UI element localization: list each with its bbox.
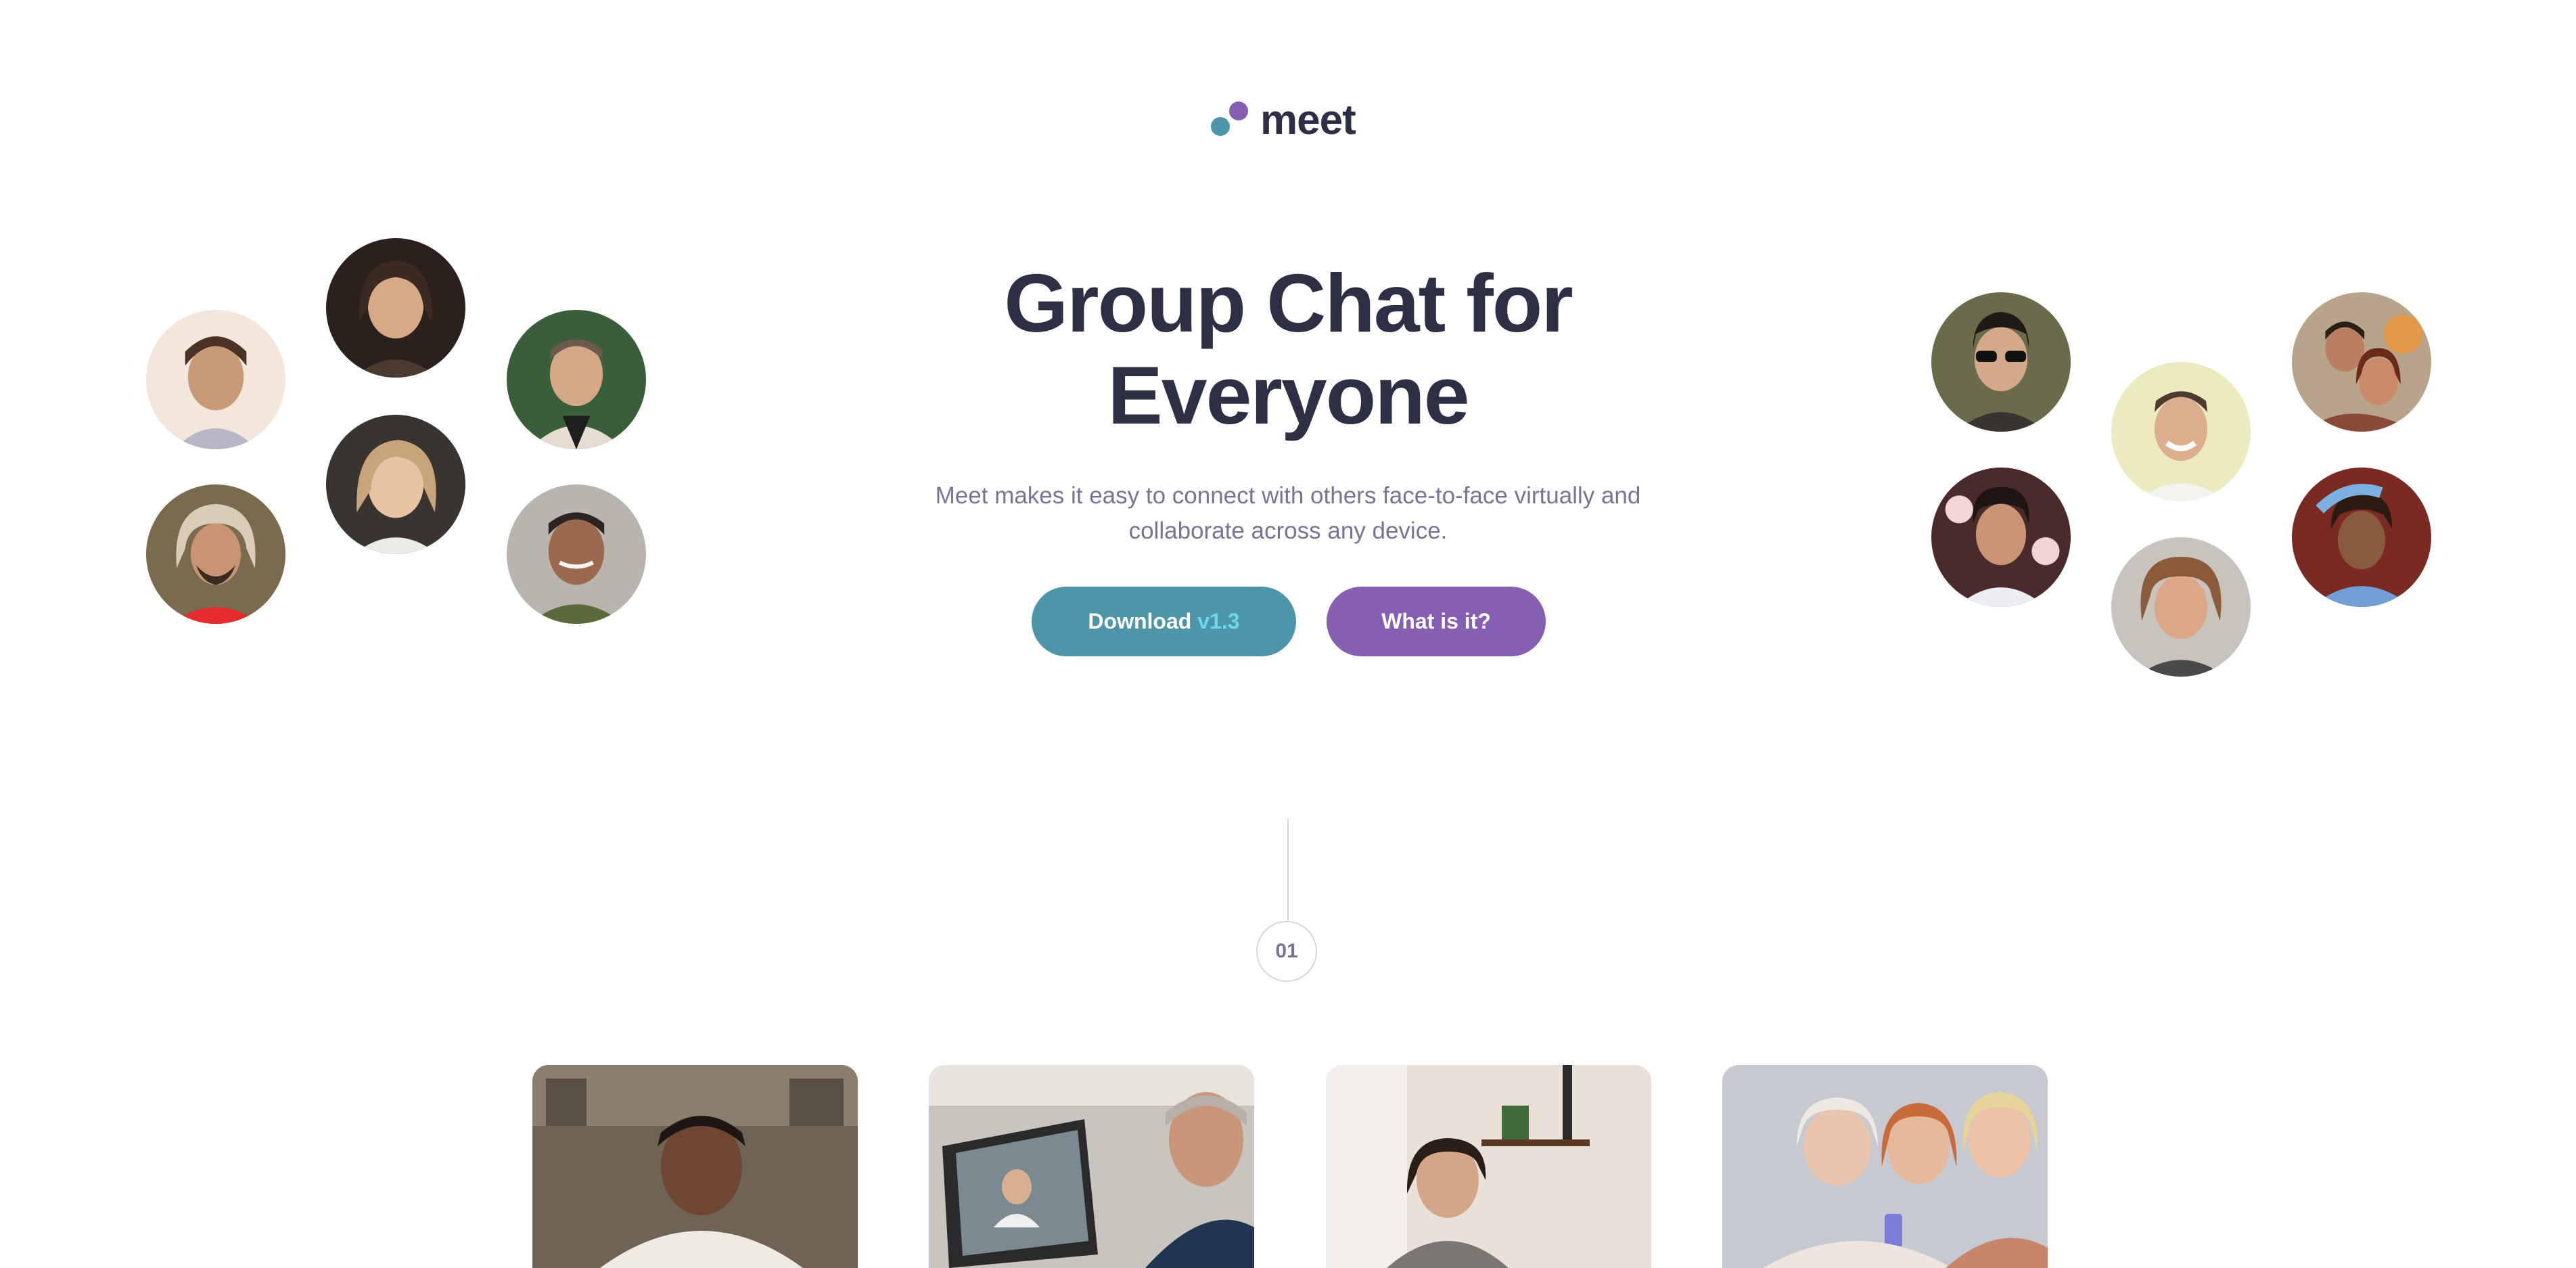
hero-subtitle-line1: Meet makes it easy to connect with other…	[935, 482, 1641, 509]
avatar-left-3	[507, 310, 646, 449]
avatar-right-3	[2292, 292, 2431, 432]
logo-dot-purple	[1229, 101, 1248, 120]
logo-dot-teal	[1211, 117, 1230, 136]
card-woman-on-headset	[1326, 1065, 1651, 1268]
hero-subtitle-line2: collaborate across any device.	[1128, 518, 1448, 544]
hero-title-line2: Everyone	[1107, 349, 1469, 441]
hero-title-line1: Group Chat for	[1004, 257, 1573, 349]
avatar-left-5	[146, 484, 285, 624]
what-is-it-button[interactable]: What is it?	[1327, 587, 1546, 656]
avatar-left-2	[326, 238, 465, 378]
card-women-looking-at-phone	[1722, 1065, 2048, 1268]
logo[interactable]: meet	[1211, 97, 1366, 143]
download-label: Download	[1088, 609, 1192, 633]
avatar-right-2	[2111, 362, 2251, 501]
hero-title: Group Chat for Everyone	[879, 257, 1697, 441]
download-version: v1.3	[1197, 609, 1240, 633]
avatar-right-6	[2292, 468, 2431, 607]
step-number-badge: 01	[1256, 921, 1317, 982]
card-video-call-laptop	[929, 1065, 1254, 1268]
avatar-right-4	[1931, 468, 2071, 607]
avatar-left-4	[326, 415, 465, 554]
avatar-right-5	[2111, 537, 2251, 677]
avatar-left-1	[146, 310, 285, 449]
card-man-with-phone	[532, 1065, 858, 1268]
hero-subtitle: Meet makes it easy to connect with other…	[927, 478, 1649, 549]
download-button[interactable]: Download v1.3	[1032, 587, 1296, 656]
step-connector-line	[1287, 819, 1289, 924]
what-is-it-label: What is it?	[1381, 609, 1491, 633]
logo-wordmark: meet	[1260, 97, 1356, 143]
avatar-left-6	[507, 484, 646, 624]
avatar-right-1	[1931, 292, 2071, 432]
